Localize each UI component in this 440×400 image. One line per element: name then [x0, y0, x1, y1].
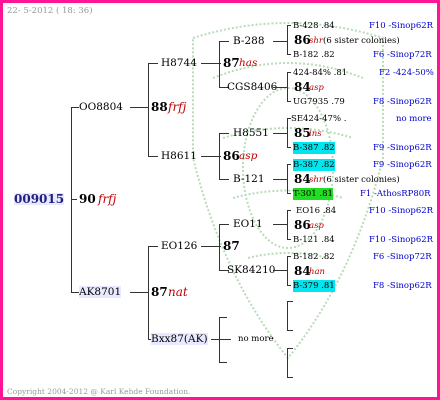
gen6-3-id[interactable]: H8551: [233, 127, 269, 139]
gen7-6-code[interactable]: UG7935 .79: [293, 96, 345, 108]
gen6-2-id[interactable]: CGS8406: [227, 81, 277, 93]
sire-year: 88: [151, 100, 168, 114]
gen7-10-ref: F9 -Sinop62R: [373, 160, 432, 170]
gen4-dam-sire-id[interactable]: EO126: [161, 240, 197, 252]
gen7-13-ref: F10 -Sinop62R: [369, 206, 434, 216]
gen6-6-id[interactable]: SK84210: [227, 264, 275, 276]
gen7-1-ref: F10 -Sinop62R: [369, 21, 434, 31]
gen7-10-code[interactable]: B-387 .82: [293, 159, 335, 171]
gen6-4-id[interactable]: B-121: [233, 173, 265, 185]
gen7-9-code[interactable]: B-387 .82: [293, 142, 335, 154]
gen7-2-breed: shr: [309, 36, 323, 46]
gen6-1-id[interactable]: B-288: [233, 35, 265, 47]
gen7-18-ref: F8 -Sinop62R: [373, 281, 432, 291]
gen7-9-ref: F9 -Sinop62R: [373, 143, 432, 153]
gen7-2-note: (6 sister colonies): [323, 36, 400, 46]
gen7-4-code[interactable]: 424-84% .81: [293, 67, 347, 79]
gen7-3-code[interactable]: B-182 .82: [293, 49, 335, 61]
gen7-16-ref: F6 -Sinop72R: [373, 252, 432, 262]
gen4-sire-sire-id[interactable]: H8744: [161, 57, 197, 69]
gen7-3-ref: F6 -Sinop72R: [373, 50, 432, 60]
gen7-15-code[interactable]: B-121 .84: [293, 234, 335, 246]
dam-breed: nat: [168, 285, 188, 299]
gen7-5-breed: asp: [309, 83, 324, 93]
gen5-3-year: 87: [223, 239, 240, 253]
gen7-12-code[interactable]: T-301 .81: [293, 188, 333, 200]
gen7-6-ref: F8 -Sinop62R: [373, 97, 432, 107]
gen5-4-no-more: no more: [238, 334, 274, 344]
dam-colony-id[interactable]: AK8701: [79, 286, 122, 298]
gen4-sire-dam-id[interactable]: H8611: [161, 150, 197, 162]
root-colony-id[interactable]: 009015: [14, 193, 65, 205]
gen5-1-breed: has: [239, 57, 258, 69]
sire-breed: frfj: [168, 100, 187, 114]
root-breed: frfj: [98, 192, 117, 206]
gen7-16-code[interactable]: B-182 .82: [293, 251, 335, 263]
gen7-11-breed: shr: [309, 175, 323, 185]
sire-colony-id[interactable]: OO8804: [79, 101, 123, 113]
dam-year: 87: [151, 285, 168, 299]
gen7-7-ref: no more: [396, 114, 432, 124]
gen7-8-breed: ins: [309, 129, 322, 139]
gen7-17-breed: han: [309, 267, 326, 277]
gen7-14-breed: asp: [309, 221, 324, 231]
gen5-2-breed: asp: [239, 150, 258, 162]
gen7-11-note: (6 sister colonies): [323, 175, 400, 185]
copyright-footer: Copyright 2004-2012 @ Karl Kehde Foundat…: [7, 387, 191, 396]
gen7-12-ref: F1 -AthosRP80R: [360, 189, 431, 199]
report-date: 22- 5-2012 ( 18: 36): [7, 6, 93, 16]
gen7-18-code[interactable]: B-379 .81: [293, 280, 335, 292]
gen7-13-code[interactable]: EO16 .84: [296, 205, 336, 217]
gen5-1-year: 87: [223, 56, 240, 70]
root-year: 90: [79, 192, 96, 206]
pedigree-frame: 22- 5-2012 ( 18: 36) Copyright 2004-2012…: [0, 0, 440, 400]
gen7-15-ref: F10 -Sinop62R: [369, 235, 434, 245]
gen7-4-ref: F2 -424-50%: [379, 68, 434, 78]
gen6-5-id[interactable]: EO11: [233, 218, 263, 230]
gen5-2-year: 86: [223, 149, 240, 163]
gen7-7-code[interactable]: SE424-47% .: [291, 113, 346, 125]
gen4-dam-dam-id[interactable]: Bxx87(AK): [151, 333, 208, 345]
gen7-1-code[interactable]: B-428 .84: [293, 20, 335, 32]
